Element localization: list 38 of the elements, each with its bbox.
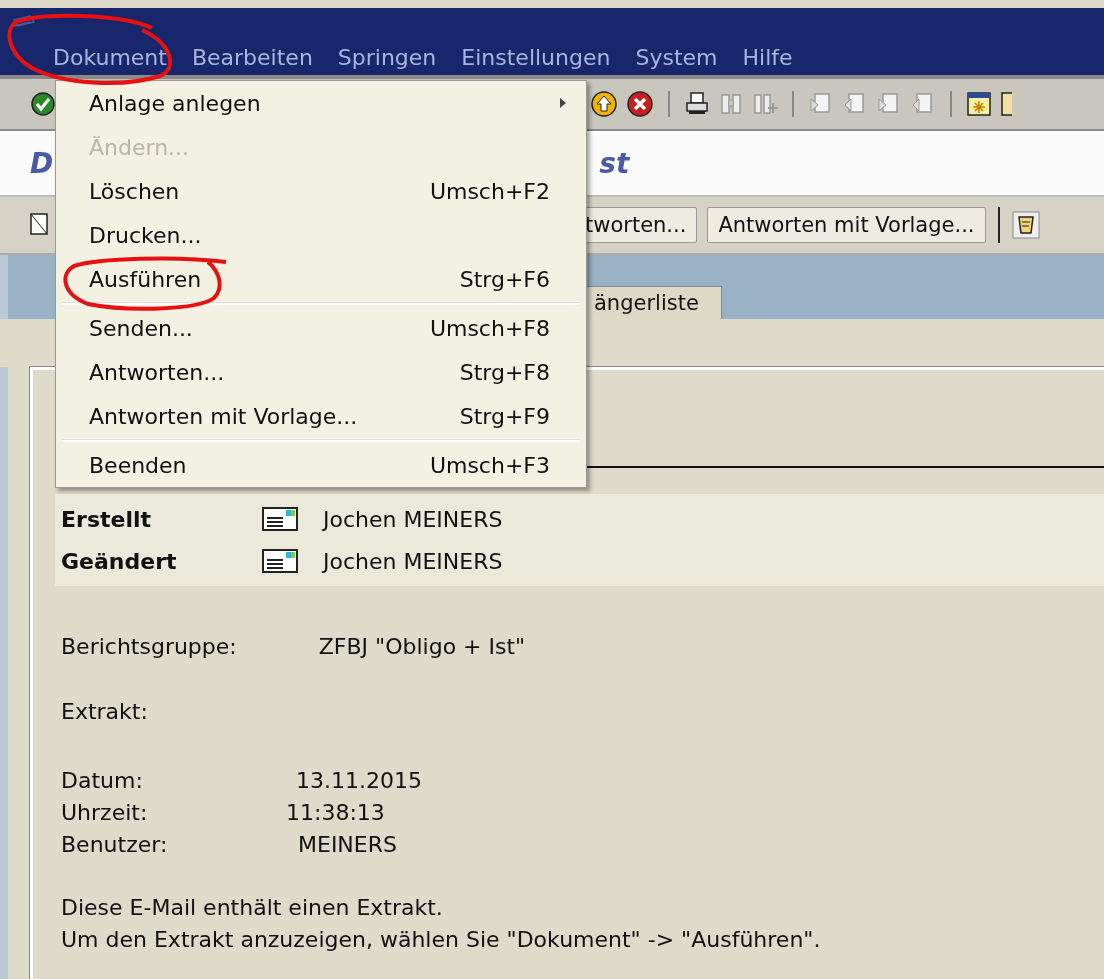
field-label: Uhrzeit: xyxy=(61,799,149,825)
menu-item[interactable]: Antworten mit Vorlage... Strg+F9 xyxy=(56,394,586,438)
field-label: Berichtsgruppe: xyxy=(61,634,237,659)
business-card-icon[interactable] xyxy=(261,548,299,574)
menu-bar-item[interactable]: Einstellungen xyxy=(450,44,622,72)
screen-title: D xyxy=(30,146,54,180)
menu-item[interactable]: Antworten... Strg+F8 xyxy=(56,350,586,394)
menu-bar-item[interactable]: Dokument xyxy=(42,44,178,72)
field-value: 11:38:13 xyxy=(286,799,385,825)
layout-icon[interactable] xyxy=(966,91,992,117)
cancel-icon[interactable] xyxy=(626,90,654,118)
message-text: Um den Extrakt anzuzeigen, wählen Sie "Dokument" -> "Ausführen". xyxy=(61,926,821,952)
tab[interactable]: ängerliste xyxy=(585,286,722,319)
note-icon[interactable] xyxy=(1011,211,1040,239)
field-value: ZFBJ "Obligo + Ist" xyxy=(318,634,526,659)
message-text: Diese E-Mail enthält einen Extrakt. xyxy=(61,894,443,920)
field-value: 13.11.2015 xyxy=(296,767,422,793)
field-label: Datum: xyxy=(61,767,144,793)
business-card-icon[interactable] xyxy=(261,506,299,532)
field-label: Benutzer: xyxy=(61,831,169,857)
field-label: Erstellt xyxy=(61,506,152,532)
author-name: Jochen MEINERS xyxy=(323,506,503,532)
document-icon[interactable] xyxy=(1000,91,1012,117)
menu-item[interactable]: Ausführen Strg+F6 xyxy=(56,257,586,301)
author-name: Jochen MEINERS xyxy=(323,548,503,574)
menu-bar-item[interactable]: Bearbeiten xyxy=(180,44,324,72)
menu-item[interactable]: Beenden Umsch+F3 xyxy=(56,443,586,487)
menu-bar-item[interactable]: Hilfe xyxy=(731,44,804,72)
field-label: Geändert xyxy=(61,548,178,574)
screen-title: st xyxy=(599,146,630,180)
field-label: Extrakt: xyxy=(61,699,148,724)
field-value: MEINERS xyxy=(298,831,397,857)
toolbar-button[interactable]: Antworten mit Vorlage... xyxy=(707,207,986,243)
check-icon[interactable] xyxy=(30,91,56,117)
menu-bar-item[interactable]: Springen xyxy=(326,44,448,72)
print-icon[interactable] xyxy=(684,91,710,117)
menu-item[interactable]: Senden... Umsch+F8 xyxy=(56,306,586,350)
menu-bar-item[interactable]: System xyxy=(624,44,729,72)
